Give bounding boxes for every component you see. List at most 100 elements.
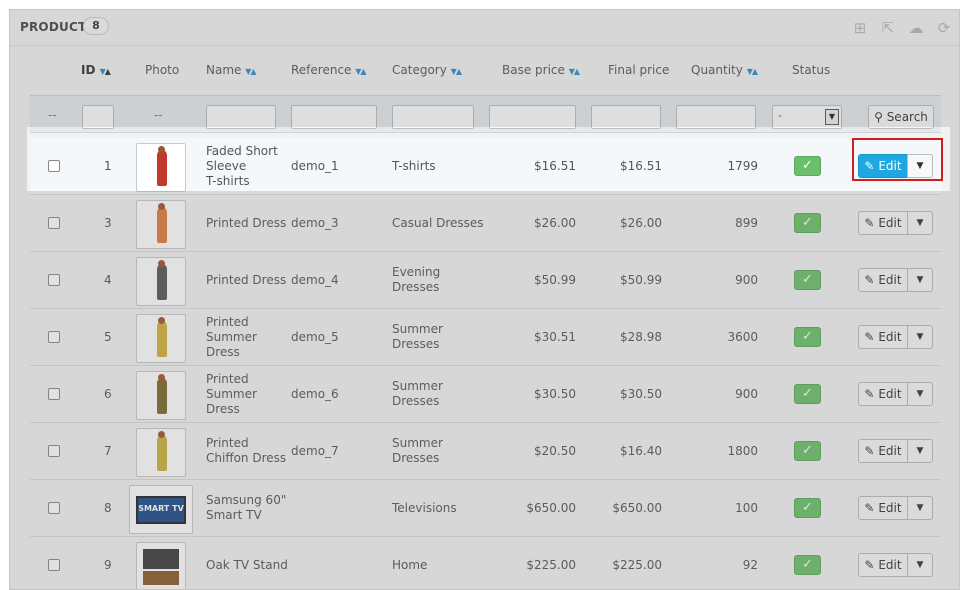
product-thumbnail[interactable]	[136, 257, 186, 306]
filter-id-input[interactable]	[82, 105, 114, 129]
row-final-price: $28.98	[620, 330, 662, 344]
product-thumbnail[interactable]	[136, 314, 186, 363]
sort-icon[interactable]: ▼▲	[355, 67, 366, 76]
row-base-price: $16.51	[534, 159, 576, 173]
edit-button[interactable]: ✎ Edit	[858, 268, 908, 292]
table-row[interactable]: 5 Printed Summer Dress demo_5 Summer Dresses $3…	[30, 309, 941, 366]
row-select-checkbox[interactable]	[48, 559, 60, 571]
status-enabled-icon[interactable]: ✓	[794, 498, 821, 518]
product-thumbnail[interactable]	[136, 200, 186, 249]
products-panel: PRODUCTS 8 ⊞ ⇱ ☁ ⟳ ID ▼▲ Photo Name ▼▲ R…	[9, 9, 960, 590]
filter-base-price-input[interactable]	[489, 105, 576, 129]
column-header-quantity[interactable]: Quantity ▼▲	[691, 63, 758, 77]
product-thumbnail[interactable]	[136, 542, 186, 589]
table-row[interactable]: 8 SMART TV Samsung 60" Smart TV Televisions $…	[30, 480, 941, 537]
actions-dropdown-toggle[interactable]: ▼	[907, 268, 933, 292]
row-category: Summer Dresses	[392, 322, 443, 351]
filter-name-input[interactable]	[206, 105, 276, 129]
product-thumbnail[interactable]: SMART TV	[129, 485, 193, 534]
column-header-final-price: Final price	[608, 63, 670, 77]
row-base-price: $26.00	[534, 216, 576, 230]
table-row[interactable]: 6 Printed Summer Dress demo_6 Summer Dresses $3…	[30, 366, 941, 423]
table-row[interactable]: 1 Faded Short Sleeve T-shirts demo_1 T-shirts…	[30, 138, 941, 195]
row-base-price: $650.00	[526, 501, 576, 515]
edit-button[interactable]: ✎ Edit	[858, 325, 908, 349]
cloud-upload-icon[interactable]: ☁	[906, 18, 926, 38]
row-select-checkbox[interactable]	[48, 217, 60, 229]
actions-dropdown-toggle[interactable]: ▼	[907, 325, 933, 349]
search-button[interactable]: ⚲ Search	[868, 105, 934, 129]
actions-dropdown-toggle[interactable]: ▼	[907, 553, 933, 577]
filter-reference-input[interactable]	[291, 105, 377, 129]
table-row[interactable]: 9 Oak TV Stand Home $225.00 $225.00 92 ✓ ✎ Edit…	[30, 537, 941, 589]
status-enabled-icon[interactable]: ✓	[794, 327, 821, 347]
product-thumbnail[interactable]	[136, 428, 186, 477]
table-row[interactable]: 3 Printed Dress demo_3 Casual Dresses $26.00…	[30, 195, 941, 252]
row-select-checkbox[interactable]	[48, 160, 60, 172]
status-enabled-icon[interactable]: ✓	[794, 213, 821, 233]
product-thumbnail[interactable]	[136, 371, 186, 420]
filter-quantity-input[interactable]	[676, 105, 756, 129]
sort-icon[interactable]: ▼▲	[100, 67, 111, 76]
row-actions: ✎ Edit ▼	[858, 211, 934, 235]
status-enabled-icon[interactable]: ✓	[794, 156, 821, 176]
row-select-checkbox[interactable]	[48, 502, 60, 514]
filter-category-input[interactable]	[392, 105, 474, 129]
filter-status-select[interactable]: - ▼	[772, 105, 842, 129]
row-id: 7	[104, 444, 112, 458]
column-header-reference[interactable]: Reference ▼▲	[291, 63, 367, 77]
product-thumbnail[interactable]	[136, 143, 186, 192]
edit-button[interactable]: ✎ Edit	[858, 553, 908, 577]
edit-button[interactable]: ✎ Edit	[858, 211, 908, 235]
edit-button[interactable]: ✎ Edit	[858, 496, 908, 520]
row-final-price: $650.00	[612, 501, 662, 515]
status-enabled-icon[interactable]: ✓	[794, 441, 821, 461]
edit-button[interactable]: ✎ Edit	[858, 439, 908, 463]
column-header-name[interactable]: Name ▼▲	[206, 63, 257, 77]
table-row[interactable]: 7 Printed Chiffon Dress demo_7 Summer Dresses…	[30, 423, 941, 480]
refresh-icon[interactable]: ⟳	[934, 18, 954, 38]
edit-button[interactable]: ✎ Edit	[858, 154, 908, 178]
edit-button-label: Edit	[878, 558, 902, 572]
search-button-label: Search	[886, 110, 928, 124]
status-enabled-icon[interactable]: ✓	[794, 384, 821, 404]
row-actions: ✎ Edit ▼	[858, 154, 934, 178]
actions-dropdown-toggle[interactable]: ▼	[907, 382, 933, 406]
sort-icon[interactable]: ▼▲	[245, 67, 256, 76]
tv-logo-text: SMART TV	[138, 504, 184, 513]
row-select-checkbox[interactable]	[48, 445, 60, 457]
add-new-icon[interactable]: ⊞	[850, 18, 870, 38]
row-select-checkbox[interactable]	[48, 274, 60, 286]
export-icon[interactable]: ⇱	[878, 18, 898, 38]
edit-button[interactable]: ✎ Edit	[858, 382, 908, 406]
column-header-base-price[interactable]: Base price ▼▲	[502, 63, 580, 77]
row-base-price: $20.50	[534, 444, 576, 458]
column-header-category[interactable]: Category ▼▲	[392, 63, 462, 77]
status-enabled-icon[interactable]: ✓	[794, 555, 821, 575]
row-final-price: $26.00	[620, 216, 662, 230]
actions-dropdown-toggle[interactable]: ▼	[907, 496, 933, 520]
row-select-checkbox[interactable]	[48, 388, 60, 400]
row-quantity: 899	[735, 216, 758, 230]
filter-final-price-input[interactable]	[591, 105, 661, 129]
actions-dropdown-toggle[interactable]: ▼	[907, 211, 933, 235]
actions-dropdown-toggle[interactable]: ▼	[907, 154, 933, 178]
row-category: Home	[392, 557, 428, 572]
table-row[interactable]: 4 Printed Dress demo_4 Evening Dresses $50.99…	[30, 252, 941, 309]
bulk-filter-placeholder: --	[48, 108, 57, 122]
chevron-down-icon[interactable]: ▼	[825, 109, 839, 125]
row-name: Printed Summer Dress	[206, 314, 257, 359]
panel-header: PRODUCTS 8 ⊞ ⇱ ☁ ⟳	[10, 10, 959, 46]
row-name: Faded Short Sleeve T-shirts	[206, 143, 278, 188]
actions-dropdown-toggle[interactable]: ▼	[907, 439, 933, 463]
edit-button-label: Edit	[878, 387, 902, 401]
sort-icon[interactable]: ▼▲	[451, 67, 462, 76]
row-actions: ✎ Edit ▼	[858, 553, 934, 577]
row-quantity: 900	[735, 273, 758, 287]
sort-icon[interactable]: ▼▲	[569, 67, 580, 76]
row-name: Printed Summer Dress	[206, 371, 257, 416]
column-header-id[interactable]: ID ▼▲	[81, 63, 111, 77]
sort-icon[interactable]: ▼▲	[747, 67, 758, 76]
status-enabled-icon[interactable]: ✓	[794, 270, 821, 290]
row-select-checkbox[interactable]	[48, 331, 60, 343]
